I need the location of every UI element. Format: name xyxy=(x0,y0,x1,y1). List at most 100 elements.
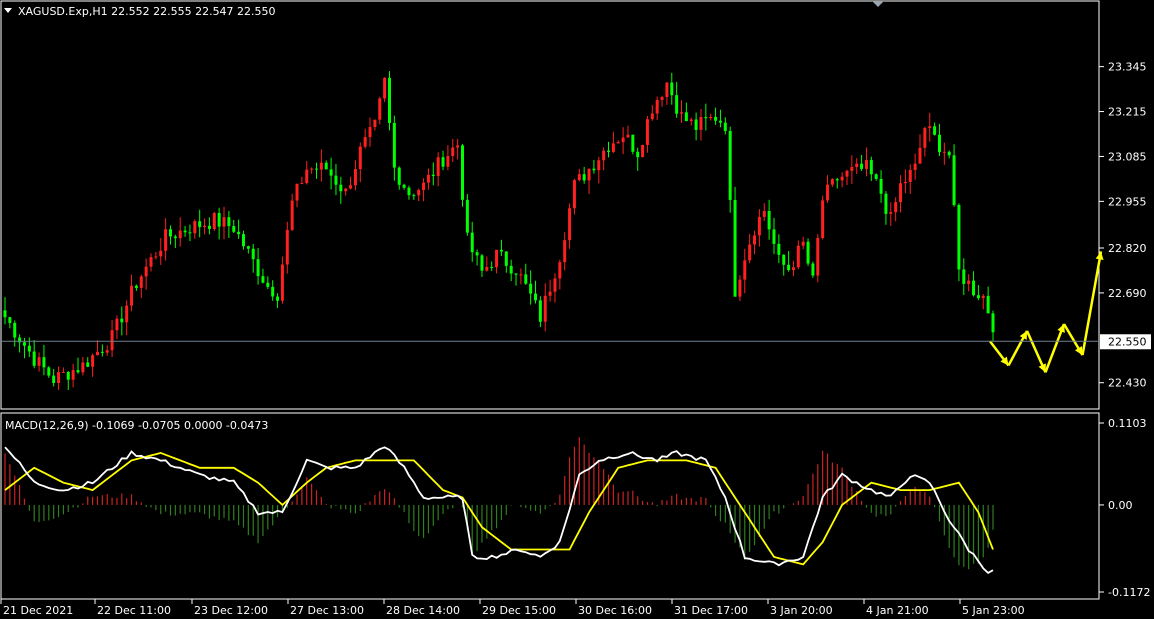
candle-body xyxy=(967,280,971,284)
candle-body xyxy=(723,122,727,131)
candle-body xyxy=(855,163,859,168)
macd-tick-label: 0.1103 xyxy=(1108,417,1147,430)
candle-body xyxy=(913,163,917,170)
candle-body xyxy=(407,187,411,196)
candle-body xyxy=(894,202,898,213)
candle-body xyxy=(358,146,362,170)
candle-body xyxy=(183,230,187,233)
candle-body xyxy=(203,225,207,228)
candle-body xyxy=(772,229,776,244)
candle-body xyxy=(105,350,109,353)
candle-body xyxy=(718,120,722,123)
candle-body xyxy=(246,246,250,249)
time-tick-label: 30 Dec 16:00 xyxy=(578,604,652,617)
candle-body xyxy=(32,351,36,366)
candle-body xyxy=(402,184,406,188)
candle-body xyxy=(115,318,119,331)
candle-body xyxy=(3,310,7,318)
candle-body xyxy=(801,241,805,246)
candle-body xyxy=(791,267,795,271)
candle-body xyxy=(237,231,241,235)
candle-body xyxy=(95,351,99,356)
candle-body xyxy=(543,295,547,322)
candle-body xyxy=(310,168,314,170)
price-tick-label: 22.820 xyxy=(1108,242,1147,255)
candle-body xyxy=(134,285,138,288)
candle-body xyxy=(480,255,484,271)
candle-body xyxy=(796,245,800,268)
candle-body xyxy=(164,229,168,251)
price-tick-label: 23.215 xyxy=(1108,106,1147,119)
time-tick-label: 28 Dec 14:00 xyxy=(386,604,460,617)
candle-body xyxy=(349,185,353,189)
candle-body xyxy=(81,362,85,373)
candle-body xyxy=(587,168,591,181)
candle-body xyxy=(168,229,172,237)
candle-body xyxy=(446,155,450,167)
time-tick-label: 21 Dec 2021 xyxy=(3,604,73,617)
candle-body xyxy=(363,137,367,147)
candle-body xyxy=(835,179,839,181)
candle-body xyxy=(456,145,460,148)
candle-body xyxy=(889,212,893,214)
candle-body xyxy=(568,208,572,241)
candle-body xyxy=(923,128,927,148)
candle-body xyxy=(241,234,245,247)
time-tick-label: 23 Dec 12:00 xyxy=(194,604,268,617)
candle-body xyxy=(840,176,844,181)
candle-body xyxy=(373,119,377,128)
candle-body xyxy=(305,169,309,184)
candle-body xyxy=(266,282,270,287)
candle-body xyxy=(616,142,620,144)
candle-body xyxy=(130,285,134,306)
candle-body xyxy=(767,211,771,230)
candle-body xyxy=(704,117,708,119)
candle-body xyxy=(548,291,552,296)
candle-body xyxy=(125,305,129,323)
chart-background xyxy=(0,0,1154,619)
candle-body xyxy=(319,162,323,170)
candle-body xyxy=(86,362,90,367)
candle-body xyxy=(689,119,693,122)
candle-body xyxy=(261,276,265,283)
candle-body xyxy=(110,330,114,351)
candle-body xyxy=(344,188,348,192)
candle-body xyxy=(572,180,576,209)
candle-body xyxy=(650,113,654,120)
candle-body xyxy=(276,296,280,301)
macd-tick-label: -0.1172 xyxy=(1108,586,1150,599)
candle-body xyxy=(962,269,966,284)
candle-body xyxy=(830,179,834,185)
candle-body xyxy=(626,134,630,138)
time-tick-label: 31 Dec 17:00 xyxy=(674,604,748,617)
candle-body xyxy=(684,112,688,122)
candle-body xyxy=(353,169,357,186)
candle-body xyxy=(529,283,533,294)
candle-body xyxy=(280,264,284,301)
candle-body xyxy=(504,251,508,266)
candle-body xyxy=(27,345,31,352)
candle-body xyxy=(899,183,903,203)
candle-body xyxy=(597,160,601,171)
candle-body xyxy=(558,262,562,279)
candle-body xyxy=(232,226,236,232)
candle-body xyxy=(733,199,737,297)
candle-body xyxy=(329,169,333,176)
candle-body xyxy=(412,195,416,197)
trading-chart[interactable]: 23.345 23.215 23.085 22.955 22.820 22.690 22.4… xyxy=(0,0,1154,619)
candle-body xyxy=(699,117,703,130)
candle-body xyxy=(918,147,922,164)
candle-body xyxy=(986,295,990,314)
time-tick-label: 4 Jan 21:00 xyxy=(866,604,929,617)
candle-body xyxy=(947,151,951,156)
candle-body xyxy=(850,167,854,171)
candle-body xyxy=(193,221,197,234)
candle-body xyxy=(908,169,912,182)
candle-body xyxy=(645,119,649,145)
candle-body xyxy=(339,184,343,192)
candle-body xyxy=(499,249,503,252)
candle-body xyxy=(295,183,299,201)
candle-body xyxy=(694,119,698,130)
candle-body xyxy=(217,213,221,227)
candle-body xyxy=(290,200,294,230)
